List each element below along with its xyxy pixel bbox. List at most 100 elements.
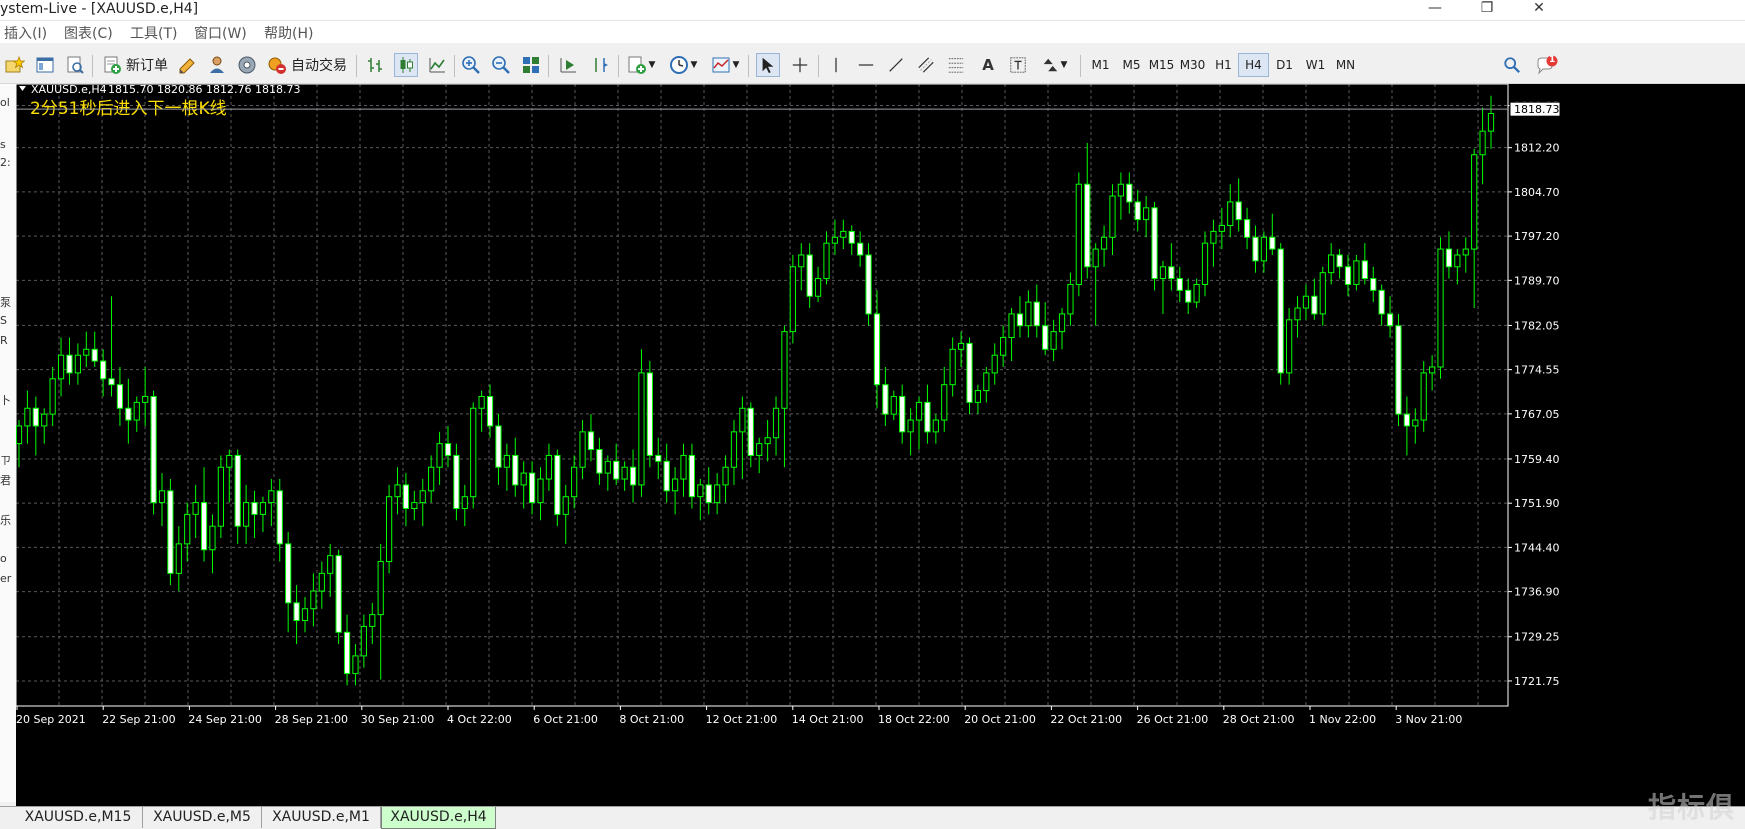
candle-body-bull: [327, 555, 334, 574]
timeframe-mn[interactable]: MN: [1330, 53, 1361, 77]
candle-body-bear: [629, 466, 637, 486]
chart-tab-m15[interactable]: XAUUSD.e,M15: [14, 807, 143, 828]
x-tick-label: 8 Oct 21:00: [619, 713, 684, 726]
navigator-fragment: o: [0, 552, 7, 565]
candle-body-bear: [66, 354, 73, 374]
candle-body-bull: [974, 390, 982, 403]
chart-tab-h4[interactable]: XAUUSD.e,H4: [381, 807, 496, 829]
bar-chart-button[interactable]: [364, 53, 386, 77]
vertical-line-button[interactable]: [824, 53, 848, 77]
strategy-tester-button[interactable]: [236, 53, 258, 77]
candle-body-bull: [243, 502, 250, 527]
templates-button[interactable]: ▼: [708, 53, 742, 77]
menu-charts[interactable]: 图表(C): [64, 23, 113, 43]
candle-body-bull: [1058, 313, 1066, 333]
notifications-button[interactable]: 1: [1532, 53, 1562, 77]
navigator-fragment: er: [0, 572, 12, 585]
candle-body-bull: [1008, 313, 1015, 339]
menu-insert[interactable]: 插入(I): [4, 23, 47, 43]
navigator-fragment: ㄗ: [0, 454, 11, 467]
y-tick-label: 1767.05: [1514, 408, 1560, 421]
title-bar: ystem-Live - [XAUUSD.e,H4] — ❐ ✕: [0, 0, 1745, 21]
new-chart-button[interactable]: [4, 53, 26, 77]
chart-canvas[interactable]: 1819.351812.201804.701797.201789.701782.…: [15, 83, 1745, 806]
candle-body-bull: [394, 484, 401, 498]
menu-help[interactable]: 帮助(H): [264, 23, 313, 43]
candle-body-bear: [1176, 278, 1183, 291]
candle-body-bear: [1344, 266, 1352, 285]
candle-body-bull: [411, 502, 418, 509]
x-tick-label: 30 Sep 21:00: [361, 713, 434, 726]
text-label-button[interactable]: [1006, 53, 1030, 77]
profiles-button[interactable]: [34, 53, 56, 77]
auto-scroll-button[interactable]: [556, 53, 580, 77]
meta-editor-button[interactable]: [176, 53, 198, 77]
periods-button[interactable]: ▼: [666, 53, 700, 77]
arrows-button[interactable]: ▼: [1036, 53, 1072, 77]
toolbar-separator: [818, 55, 819, 77]
restore-button[interactable]: ❐: [1464, 0, 1510, 20]
candle-body-bear: [1151, 207, 1158, 280]
x-tick-label: 12 Oct 21:00: [706, 713, 778, 726]
candle-body-bear: [1277, 248, 1284, 374]
timeframe-d1[interactable]: D1: [1269, 53, 1300, 77]
close-button[interactable]: ✕: [1516, 0, 1562, 20]
timeframe-m30[interactable]: M30: [1177, 53, 1208, 77]
candle-body-bull: [478, 395, 485, 409]
timeframe-m15[interactable]: M15: [1146, 53, 1177, 77]
equidistant-channel-button[interactable]: [914, 53, 938, 77]
zoom-out-button[interactable]: [490, 53, 512, 77]
timeframe-w1[interactable]: W1: [1300, 53, 1331, 77]
candle-body-bear: [125, 407, 132, 421]
candle-body-bull: [41, 413, 48, 427]
y-tick-label: 1721.75: [1514, 675, 1560, 688]
candle-body-bull: [192, 502, 199, 515]
candlestick-chart-button[interactable]: [394, 53, 418, 77]
timeframe-m5[interactable]: M5: [1116, 53, 1147, 77]
y-tick-label: 1736.90: [1514, 586, 1560, 599]
candle-body-bull: [941, 384, 948, 421]
line-chart-button[interactable]: [426, 53, 448, 77]
x-tick-label: 24 Sep 21:00: [188, 713, 261, 726]
candle-body-bull: [1159, 266, 1167, 280]
candle-body-bull: [133, 401, 140, 421]
y-tick-label: 1782.05: [1514, 319, 1560, 332]
menu-tools[interactable]: 工具(T): [130, 23, 177, 43]
template-icon: [712, 57, 730, 73]
chart-shift-button[interactable]: [588, 53, 612, 77]
candle-body-bear: [1042, 325, 1049, 350]
terminal-button[interactable]: [206, 53, 228, 77]
new-order-button[interactable]: 新订单: [100, 53, 170, 77]
price-chart[interactable]: 1819.351812.201804.701797.201789.701782.…: [15, 83, 1745, 806]
minimize-button[interactable]: —: [1412, 0, 1458, 20]
candle-body-bear: [1252, 236, 1259, 262]
star-folder-icon: [5, 55, 25, 73]
search-button[interactable]: [1500, 53, 1524, 77]
trendline-button[interactable]: [884, 53, 908, 77]
candle-body-bull: [209, 525, 216, 551]
text-tool-button[interactable]: A: [976, 53, 1000, 77]
tile-windows-button[interactable]: [520, 53, 542, 77]
window-title: ystem-Live - [XAUUSD.e,H4]: [0, 1, 199, 17]
x-tick-label: 4 Oct 22:00: [447, 713, 512, 726]
chart-tab-m1[interactable]: XAUUSD.e,M1: [262, 807, 381, 828]
zoom-in-button[interactable]: [460, 53, 482, 77]
timeframe-h1[interactable]: H1: [1208, 53, 1239, 77]
candle-body-bull: [915, 401, 923, 421]
fibonacci-button[interactable]: [944, 53, 968, 77]
timeframe-h4[interactable]: H4: [1238, 53, 1269, 77]
y-tick-label: 1759.40: [1514, 453, 1560, 466]
candle-body-bull: [932, 419, 939, 433]
crosshair-tool-button[interactable]: [788, 53, 812, 77]
candle-body-bull: [798, 254, 805, 268]
timeframe-m1[interactable]: M1: [1085, 53, 1116, 77]
menu-window[interactable]: 窗口(W): [194, 23, 247, 43]
market-watch-button[interactable]: [64, 53, 86, 77]
horizontal-line-button[interactable]: [854, 53, 878, 77]
candlestick-icon: [400, 57, 413, 73]
indicators-button[interactable]: ▼: [624, 53, 658, 77]
candle-body-bull: [1328, 254, 1335, 274]
chart-tab-m5[interactable]: XAUUSD.e,M5: [143, 807, 262, 828]
auto-trading-button[interactable]: 自动交易: [266, 53, 348, 77]
cursor-tool-button[interactable]: [756, 53, 780, 77]
